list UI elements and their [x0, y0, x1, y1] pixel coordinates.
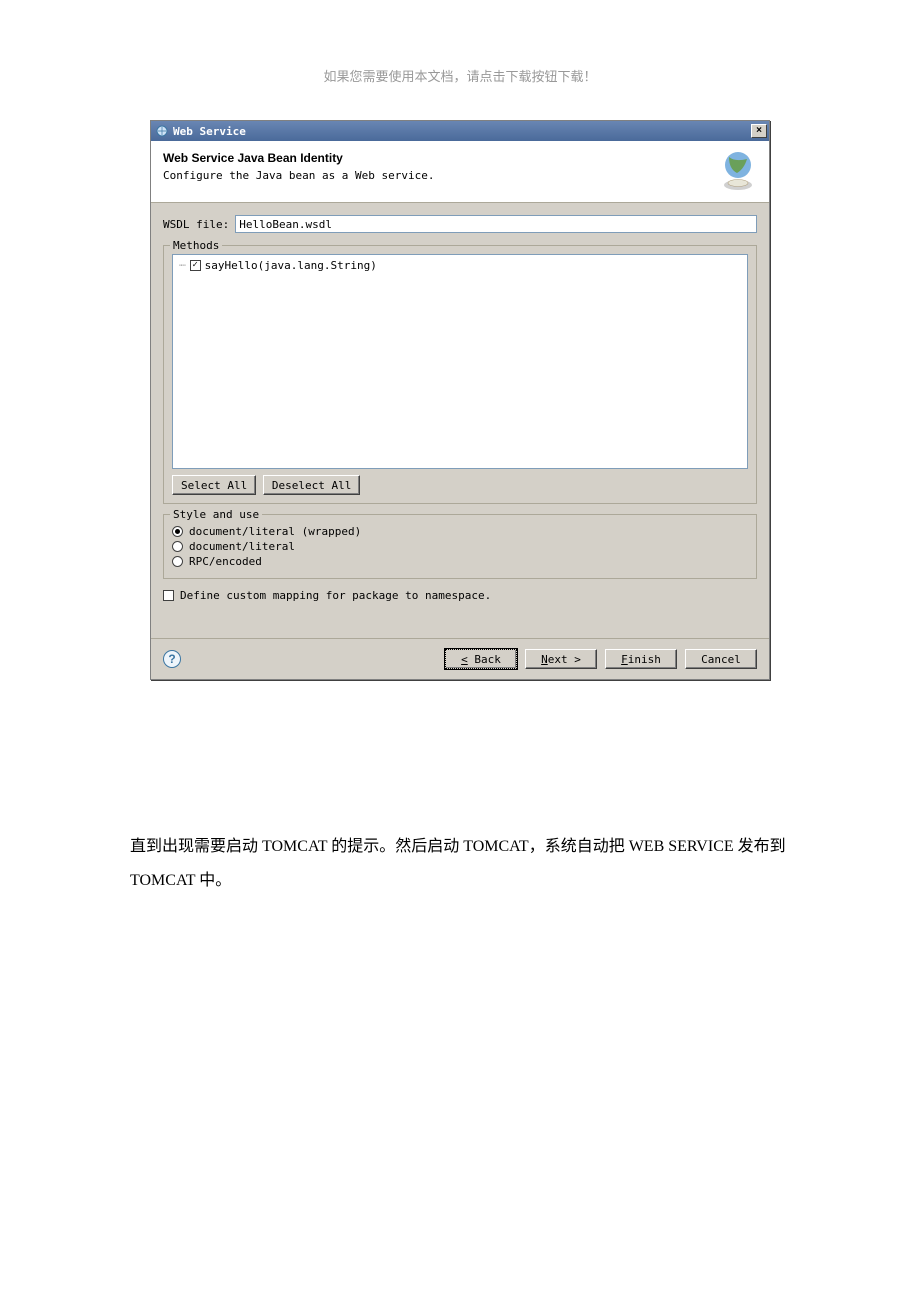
style-option-wrapped[interactable]: document/literal (wrapped) — [172, 525, 748, 538]
radio-label: RPC/encoded — [189, 555, 262, 568]
method-checkbox[interactable]: ✓ — [190, 260, 201, 271]
method-item[interactable]: ┈ ✓ sayHello(java.lang.String) — [179, 259, 741, 272]
web-service-dialog: Web Service × Web Service Java Bean Iden… — [150, 120, 770, 680]
page-title: Web Service Java Bean Identity — [163, 151, 757, 165]
app-icon — [155, 124, 169, 138]
method-label: sayHello(java.lang.String) — [205, 259, 377, 272]
titlebar-title: Web Service — [173, 125, 751, 138]
style-option-rpc[interactable]: RPC/encoded — [172, 555, 748, 568]
wsdl-row: WSDL file: — [163, 215, 757, 233]
radio-label: document/literal (wrapped) — [189, 525, 361, 538]
web-service-icon — [717, 149, 759, 191]
cancel-button[interactable]: Cancel — [685, 649, 757, 669]
back-button[interactable]: < Back — [445, 649, 517, 669]
dialog-footer: ? < Back Next > Finish Cancel — [151, 638, 769, 679]
titlebar: Web Service × — [151, 121, 769, 141]
radio-label: document/literal — [189, 540, 295, 553]
page-subtitle: Configure the Java bean as a Web service… — [163, 169, 757, 182]
close-button[interactable]: × — [751, 124, 767, 138]
tree-branch-icon: ┈ — [179, 259, 186, 272]
next-button[interactable]: Next > — [525, 649, 597, 669]
methods-fieldset: Methods ┈ ✓ sayHello(java.lang.String) S… — [163, 245, 757, 504]
deselect-all-button[interactable]: Deselect All — [263, 475, 360, 495]
finish-button[interactable]: Finish — [605, 649, 677, 669]
radio-icon[interactable] — [172, 556, 183, 567]
document-paragraph: 直到出现需要启动 TOMCAT 的提示。然后启动 TOMCAT，系统自动把 WE… — [130, 830, 790, 897]
select-all-button[interactable]: Select All — [172, 475, 256, 495]
wsdl-file-input[interactable] — [235, 215, 757, 233]
style-legend: Style and use — [170, 508, 262, 521]
document-notice: 如果您需要使用本文档，请点击下载按钮下载！ — [0, 0, 920, 115]
radio-icon[interactable] — [172, 526, 183, 537]
dialog-header: Web Service Java Bean Identity Configure… — [151, 141, 769, 203]
style-option-literal[interactable]: document/literal — [172, 540, 748, 553]
style-fieldset: Style and use document/literal (wrapped)… — [163, 514, 757, 579]
custom-mapping-row[interactable]: Define custom mapping for package to nam… — [163, 589, 757, 602]
radio-icon[interactable] — [172, 541, 183, 552]
wsdl-label: WSDL file: — [163, 218, 229, 231]
methods-tree[interactable]: ┈ ✓ sayHello(java.lang.String) — [172, 254, 748, 469]
mapping-checkbox[interactable] — [163, 590, 174, 601]
dialog-body: WSDL file: Methods ┈ ✓ sayHello(java.lan… — [151, 203, 769, 638]
methods-legend: Methods — [170, 239, 222, 252]
help-icon[interactable]: ? — [163, 650, 181, 668]
mapping-label: Define custom mapping for package to nam… — [180, 589, 491, 602]
